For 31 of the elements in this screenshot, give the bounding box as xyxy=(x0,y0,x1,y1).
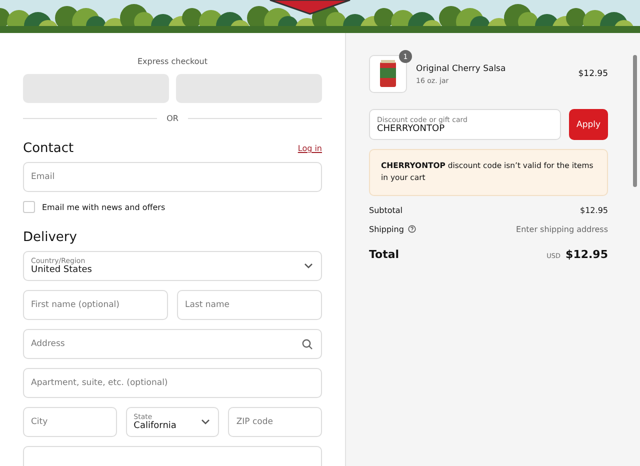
total-amount: $12.95 xyxy=(566,248,608,261)
help-icon[interactable] xyxy=(408,225,416,234)
summary-value: Enter shipping address xyxy=(516,224,608,234)
contact-heading: Contact xyxy=(23,141,74,156)
input-field[interactable]: First name (optional) xyxy=(23,290,168,320)
chevron-down-icon xyxy=(201,419,210,425)
or-divider-label: OR xyxy=(166,114,178,123)
summary-label: Shipping xyxy=(369,224,404,234)
input-field[interactable]: City xyxy=(23,407,117,437)
summary-label: Subtotal xyxy=(369,206,403,215)
log-in-link[interactable]: Log in xyxy=(298,144,322,153)
express-payment-button[interactable] xyxy=(23,74,169,103)
scrollbar[interactable] xyxy=(633,55,637,187)
total-label: Total xyxy=(369,248,400,261)
summary-value: $12.95 xyxy=(580,206,608,215)
checkbox[interactable] xyxy=(23,201,35,213)
delivery-heading: Delivery xyxy=(23,230,77,245)
input-field[interactable]: ZIP code xyxy=(228,407,322,437)
search-icon xyxy=(302,338,313,350)
apply-button[interactable]: Apply xyxy=(569,109,608,140)
newsletter-checkbox-label: Email me with news and offers xyxy=(42,202,166,212)
product-name: Original Cherry Salsa xyxy=(416,64,507,74)
input-field[interactable]: Email xyxy=(23,162,322,192)
express-payment-button[interactable] xyxy=(176,74,322,103)
express-checkout-label: Express checkout xyxy=(136,57,209,66)
input-field[interactable]: Address xyxy=(23,329,322,359)
product-price: $12.95 xyxy=(578,69,608,79)
input-field[interactable]: Last name xyxy=(177,290,322,320)
chevron-down-icon xyxy=(304,263,313,269)
salsa-jar-drawing xyxy=(379,60,397,88)
input-field[interactable]: Apartment, suite, etc. (optional) xyxy=(23,368,322,398)
